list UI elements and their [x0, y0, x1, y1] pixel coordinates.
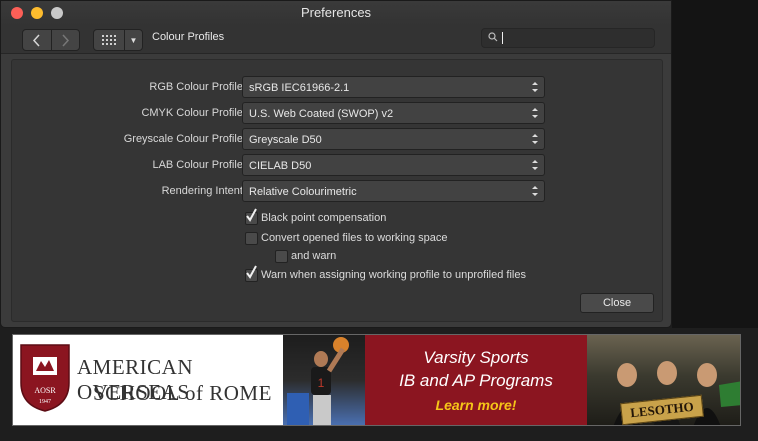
ad-promo-panel[interactable]: Varsity Sports IB and AP Programs Learn …: [365, 335, 587, 425]
show-all-group: ▼: [93, 29, 143, 51]
colour-profiles-panel: RGB Colour Profile: sRGB IEC61966-2.1 CM…: [11, 59, 663, 322]
checkbox-box[interactable]: [275, 250, 288, 263]
nav-group: [22, 29, 80, 51]
section-title: Colour Profiles: [152, 31, 225, 43]
grid-icon: [102, 35, 116, 45]
updown-arrows-icon: [532, 186, 538, 196]
chevron-left-icon: [33, 33, 40, 47]
updown-arrows-icon: [532, 108, 538, 118]
promo-line1: Varsity Sports: [423, 348, 529, 367]
forward-button[interactable]: [50, 30, 80, 50]
updown-arrows-icon: [532, 160, 538, 170]
svg-text:1: 1: [318, 376, 325, 390]
cmyk-profile-row: CMYK Colour Profile: U.S. Web Coated (SW…: [12, 102, 662, 126]
crest-letters: AOSR: [34, 386, 56, 395]
rendering-intent-value: Relative Colourimetric: [249, 186, 357, 198]
black-point-label: Black point compensation: [261, 212, 387, 224]
show-all-dropdown[interactable]: ▼: [125, 30, 142, 50]
search-input[interactable]: [500, 30, 652, 46]
preferences-window: Preferences ▼ Colour Profiles RGB Colour…: [0, 0, 672, 328]
lab-profile-select[interactable]: CIELAB D50: [242, 154, 545, 176]
updown-arrows-icon: [532, 82, 538, 92]
show-all-button[interactable]: [94, 30, 125, 50]
back-button[interactable]: [23, 30, 51, 50]
toolbar: ▼ Colour Profiles: [1, 25, 671, 54]
search-icon: [488, 32, 498, 42]
rendering-intent-select[interactable]: Relative Colourimetric: [242, 180, 545, 202]
rendering-intent-label: Rendering Intent:: [161, 185, 246, 197]
zoom-window-button[interactable]: [51, 7, 63, 19]
promo-line2: IB and AP Programs: [399, 371, 553, 390]
lab-profile-value: CIELAB D50: [249, 160, 312, 172]
rgb-profile-select[interactable]: sRGB IEC61966-2.1: [242, 76, 545, 98]
greyscale-profile-value: Greyscale D50: [249, 134, 322, 146]
learn-more-link[interactable]: Learn more!: [365, 397, 587, 413]
triangle-down-icon: ▼: [129, 35, 138, 45]
cmyk-profile-label: CMYK Colour Profile:: [141, 107, 246, 119]
lab-profile-label: LAB Colour Profile:: [152, 159, 246, 171]
ad-banner[interactable]: AOSR 1947 AMERICAN OVERSEAS SCHOOL of RO…: [12, 334, 741, 426]
greyscale-profile-select[interactable]: Greyscale D50: [242, 128, 545, 150]
cmyk-profile-select[interactable]: U.S. Web Coated (SWOP) v2: [242, 102, 545, 124]
player-image: 1: [287, 337, 349, 425]
and-warn-label: and warn: [291, 250, 337, 262]
title-bar: Preferences: [1, 1, 671, 25]
close-button[interactable]: Close: [580, 293, 654, 313]
checkmark-icon: [246, 208, 257, 222]
ad-school-logo-panel: AOSR 1947 AMERICAN OVERSEAS SCHOOL of RO…: [13, 335, 283, 425]
minimize-window-button[interactable]: [31, 7, 43, 19]
checkbox-box[interactable]: [245, 232, 258, 245]
window-title: Preferences: [300, 5, 372, 20]
lab-profile-row: LAB Colour Profile: CIELAB D50: [12, 154, 662, 178]
rendering-intent-row: Rendering Intent: Relative Colourimetric: [12, 180, 662, 204]
close-window-button[interactable]: [11, 7, 23, 19]
search-box[interactable]: [481, 28, 655, 48]
desktop-background: [672, 0, 758, 328]
warn-unprofiled-label: Warn when assigning working profile to u…: [261, 269, 526, 281]
checkmark-icon: [246, 265, 257, 279]
convert-opened-label: Convert opened files to working space: [261, 232, 448, 244]
greyscale-profile-row: Greyscale Colour Profile: Greyscale D50: [12, 128, 662, 152]
chevron-right-icon: [62, 33, 69, 47]
cmyk-profile-value: U.S. Web Coated (SWOP) v2: [249, 108, 394, 120]
school-crest-icon: AOSR 1947: [20, 344, 70, 412]
rgb-profile-label: RGB Colour Profile:: [149, 81, 246, 93]
rgb-profile-row: RGB Colour Profile: sRGB IEC61966-2.1: [12, 76, 662, 100]
basketball-player-photo: 1: [283, 335, 365, 425]
school-name-line2: SCHOOL of ROME: [93, 381, 272, 405]
rgb-profile-value: sRGB IEC61966-2.1: [249, 82, 350, 94]
students-photo: LESOTHO: [587, 335, 740, 425]
crest-year: 1947: [39, 399, 51, 405]
updown-arrows-icon: [532, 134, 538, 144]
greyscale-profile-label: Greyscale Colour Profile:: [123, 133, 246, 145]
